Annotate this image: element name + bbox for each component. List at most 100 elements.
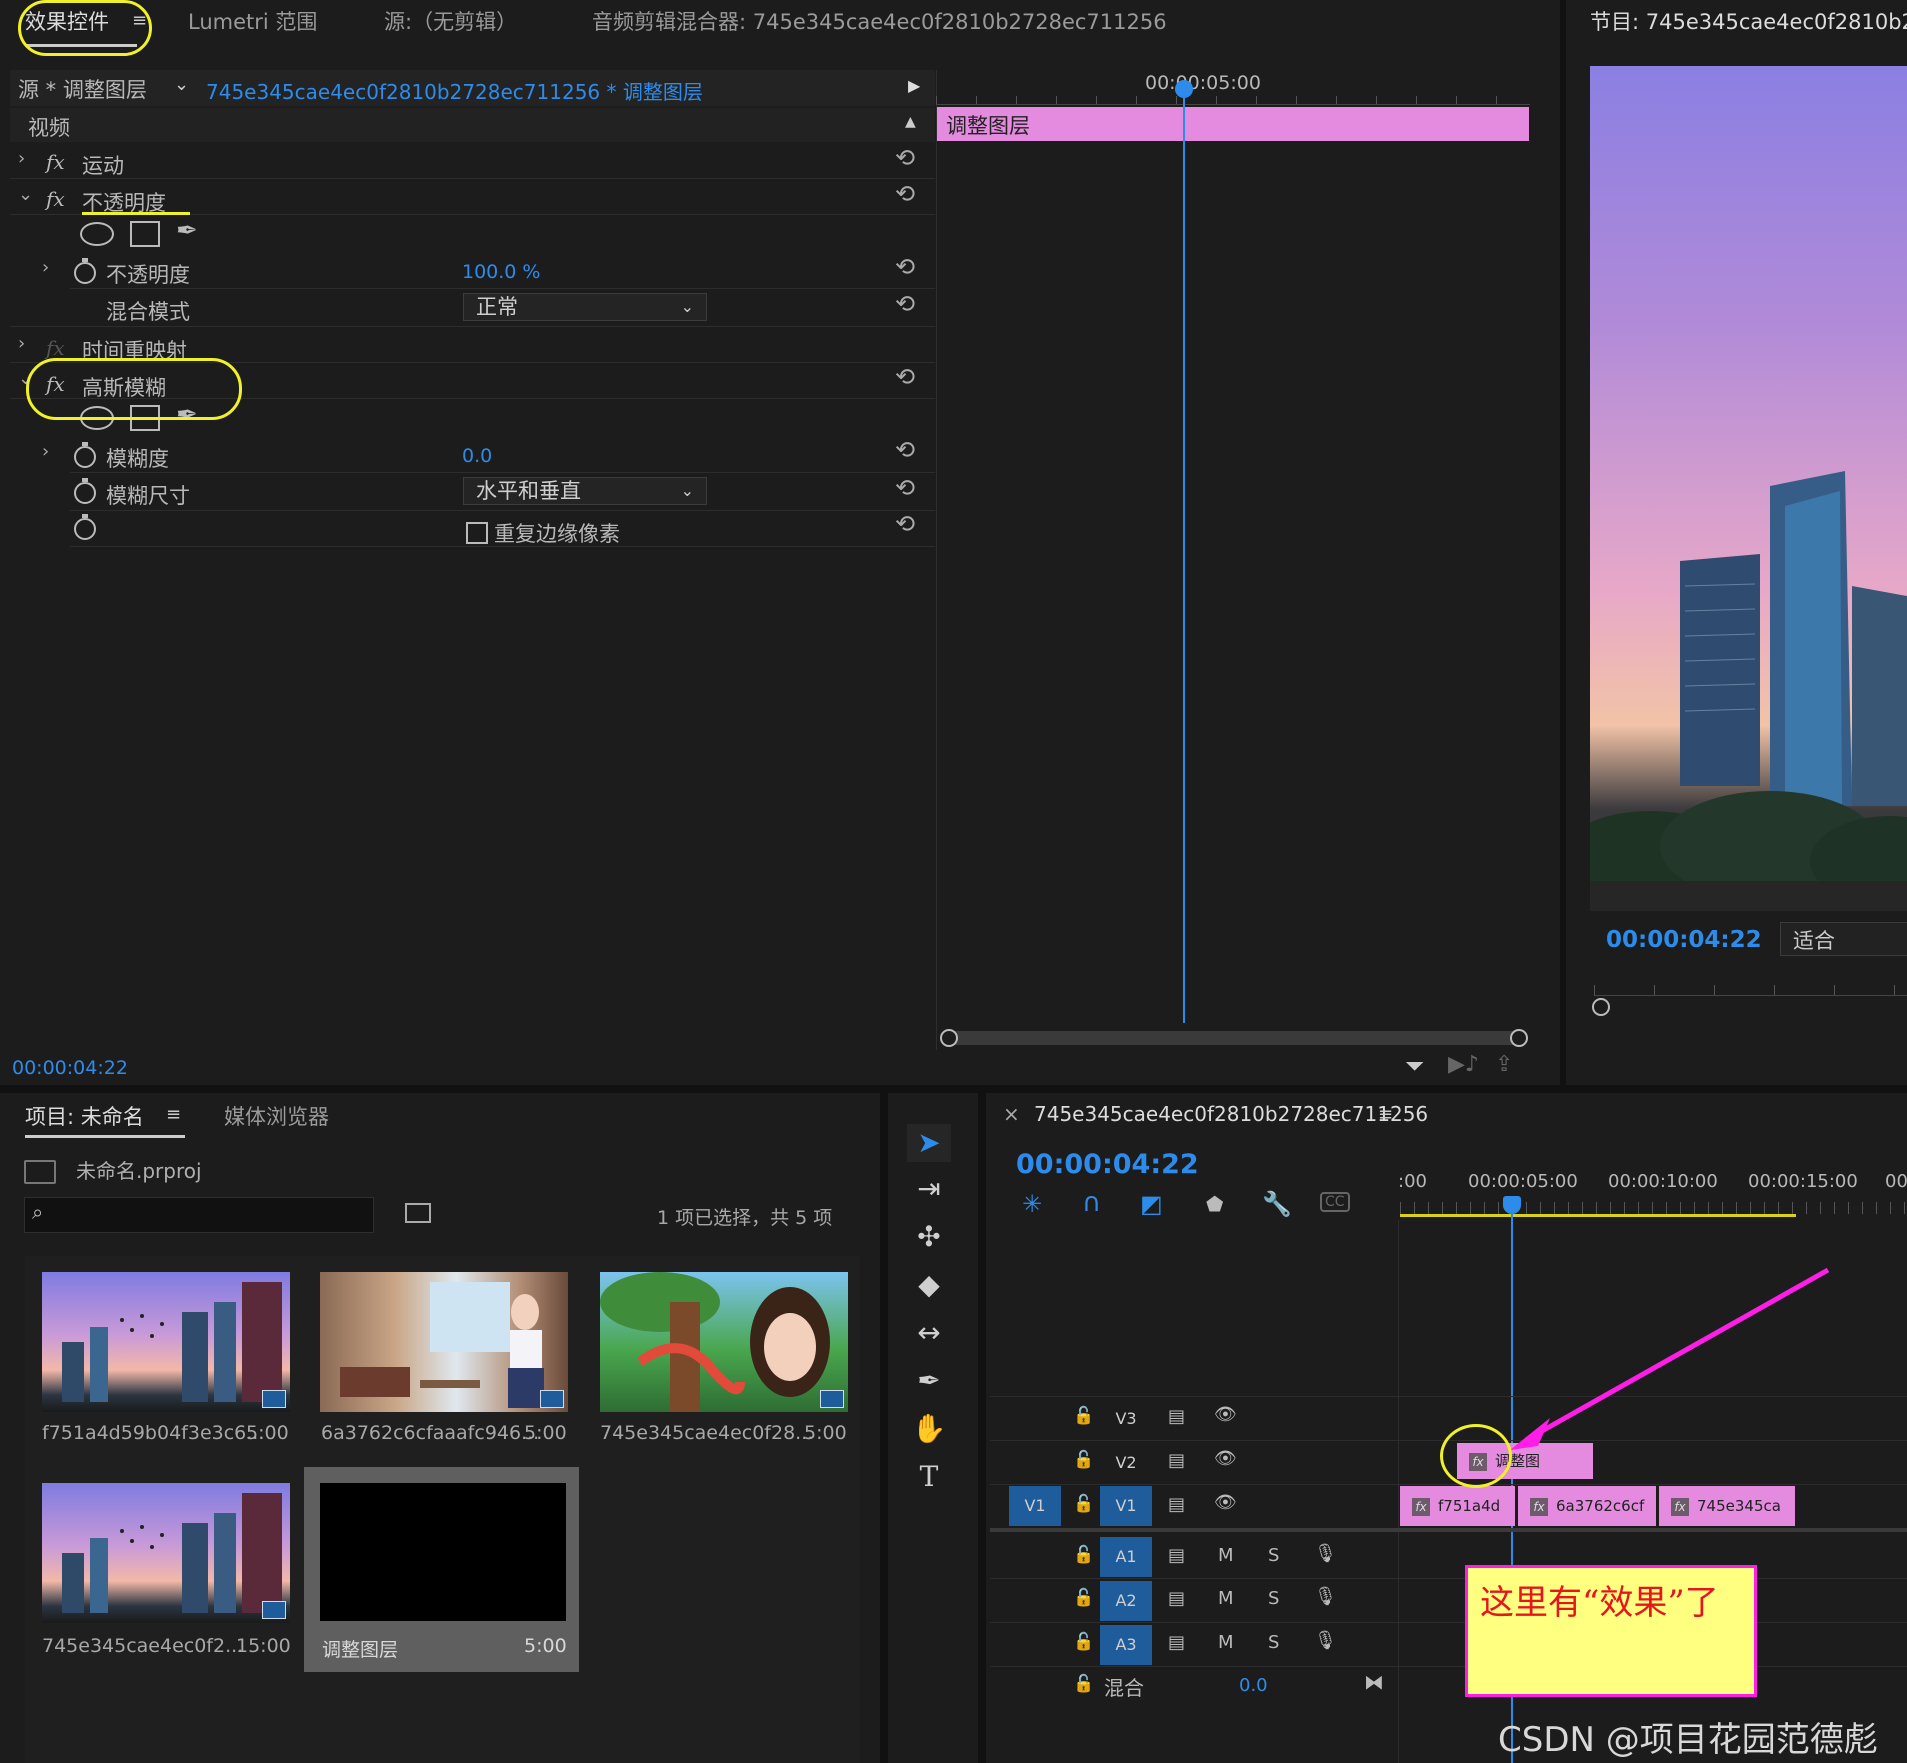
project-item-thumb-4[interactable]	[42, 1483, 290, 1623]
pen-mask-icon[interactable]: ✒	[176, 216, 198, 246]
track-a2-label[interactable]: A2	[1100, 1581, 1152, 1621]
track-v3-label[interactable]: V3	[1100, 1399, 1152, 1439]
tab-source[interactable]: 源:（无剪辑）	[384, 6, 517, 36]
source-dropdown-chevron-icon[interactable]: ⌄	[174, 74, 189, 95]
hand-tool-icon[interactable]: ✋	[907, 1410, 951, 1448]
track-a1-label[interactable]: A1	[1100, 1537, 1152, 1577]
reset-motion-icon[interactable]: ⟲	[895, 144, 915, 172]
lock-v1-icon[interactable]: 🔓	[1073, 1494, 1094, 1514]
project-menu-icon[interactable]: ≡	[166, 1104, 181, 1125]
mute-a3-button[interactable]: M	[1218, 1632, 1234, 1653]
tab-project[interactable]: 项目: 未命名	[25, 1101, 144, 1131]
lock-a1-icon[interactable]: 🔓	[1073, 1545, 1094, 1565]
project-search-input[interactable]	[24, 1197, 374, 1233]
type-tool-icon[interactable]: T	[907, 1458, 951, 1496]
project-item-thumb-1[interactable]	[42, 1272, 290, 1412]
ripple-edit-tool-icon[interactable]: ✣	[907, 1218, 951, 1256]
reset-blurriness-icon[interactable]: ⟲	[895, 436, 915, 464]
solo-a1-button[interactable]: S	[1268, 1545, 1279, 1566]
lock-v2-icon[interactable]: 🔓	[1073, 1450, 1094, 1470]
reset-opacity-icon[interactable]: ⟲	[895, 180, 915, 208]
ec-zoom-right-handle[interactable]	[1510, 1029, 1528, 1047]
clip-6a3762c6cf[interactable]: fx 6a3762c6cf	[1518, 1486, 1656, 1526]
blurriness-stopwatch-icon[interactable]	[74, 442, 96, 468]
timeline-playhead-handle[interactable]	[1503, 1196, 1521, 1214]
clip-745e345ca[interactable]: fx 745e345ca	[1659, 1486, 1795, 1526]
rectangle-mask-icon[interactable]	[130, 221, 160, 247]
solo-a3-button[interactable]: S	[1268, 1632, 1279, 1653]
track-select-tool-icon[interactable]: ⇥	[907, 1170, 951, 1208]
source-patch-v1[interactable]: V1	[1009, 1486, 1061, 1526]
play-only-icon[interactable]: ▶	[908, 76, 920, 95]
opacity-value[interactable]: 100.0 %	[462, 261, 541, 283]
ellipse-mask-icon[interactable]	[80, 222, 114, 246]
sync-v1-icon[interactable]: ▤	[1168, 1494, 1185, 1515]
repeat-edge-checkbox[interactable]	[466, 522, 488, 544]
add-marker-icon[interactable]: ⬟	[1206, 1192, 1223, 1216]
fx-motion-icon[interactable]: fx	[46, 150, 65, 174]
tab-lumetri-scopes[interactable]: Lumetri 范围	[188, 6, 317, 36]
captions-icon[interactable]: CC	[1320, 1192, 1350, 1212]
nest-toggle-icon[interactable]: ✳	[1022, 1190, 1042, 1218]
mic-a2-icon[interactable]: 🎙	[1314, 1586, 1337, 1607]
sync-a3-icon[interactable]: ▤	[1168, 1632, 1185, 1653]
collapse-up-icon[interactable]: ▲	[905, 114, 916, 130]
lock-a2-icon[interactable]: 🔓	[1073, 1588, 1094, 1608]
opacity-stopwatch-icon[interactable]	[74, 258, 96, 284]
program-zoom-handle[interactable]	[1592, 998, 1610, 1016]
selection-tool-icon[interactable]: ➤	[907, 1124, 951, 1162]
expand-time-remap-chevron-icon[interactable]: ›	[18, 333, 25, 354]
snap-icon[interactable]: ∩	[1082, 1188, 1101, 1218]
blur-dimensions-select[interactable]: 水平和垂直 ⌄	[463, 477, 707, 505]
folder-up-icon[interactable]	[24, 1160, 56, 1184]
sequence-menu-icon[interactable]: ≡	[1378, 1104, 1393, 1125]
filter-icon[interactable]: ⏷	[1405, 1052, 1424, 1080]
mute-a1-button[interactable]: M	[1218, 1545, 1234, 1566]
lock-mix-icon[interactable]: 🔓	[1073, 1674, 1094, 1694]
mic-a3-icon[interactable]: 🎙	[1314, 1630, 1337, 1651]
expand-motion-chevron-icon[interactable]: ›	[18, 148, 25, 169]
blurriness-value[interactable]: 0.0	[462, 445, 492, 467]
track-a3-label[interactable]: A3	[1100, 1625, 1152, 1665]
tab-audio-clip-mixer[interactable]: 音频剪辑混合器: 745e345cae4ec0f2810b2728ec71125…	[592, 6, 1167, 36]
expand-opacity-param-chevron-icon[interactable]: ›	[42, 257, 49, 278]
reset-opacity-param-icon[interactable]: ⟲	[895, 253, 915, 281]
ec-current-time[interactable]: 00:00:04:22	[12, 1057, 128, 1079]
fx-opacity-icon[interactable]: fx	[46, 187, 65, 211]
sync-a2-icon[interactable]: ▤	[1168, 1588, 1185, 1609]
sequence-clip-label[interactable]: 745e345cae4ec0f2810b2728ec711256 * 调整图层	[206, 76, 703, 105]
collapse-opacity-chevron-icon[interactable]: ⌄	[18, 184, 33, 205]
solo-a2-button[interactable]: S	[1268, 1588, 1279, 1609]
timeline-settings-wrench-icon[interactable]: 🔧	[1262, 1190, 1292, 1218]
close-sequence-icon[interactable]: ×	[1003, 1102, 1020, 1126]
tab-media-browser[interactable]: 媒体浏览器	[224, 1101, 329, 1131]
sync-v2-icon[interactable]: ▤	[1168, 1450, 1185, 1471]
mute-a2-button[interactable]: M	[1218, 1588, 1234, 1609]
project-item-thumb-2[interactable]	[320, 1272, 568, 1412]
timeline-current-time[interactable]: 00:00:04:22	[1016, 1149, 1199, 1180]
repeat-edge-stopwatch-icon[interactable]	[74, 514, 96, 540]
slip-tool-icon[interactable]: ↔	[907, 1314, 951, 1352]
export-icon[interactable]: ⇪	[1495, 1052, 1513, 1077]
work-area-bar[interactable]	[1400, 1214, 1796, 1217]
ec-playhead-handle[interactable]	[1175, 80, 1193, 98]
fit-select[interactable]: 适合	[1780, 922, 1907, 956]
track-v1-label[interactable]: V1	[1100, 1486, 1152, 1526]
lock-v3-icon[interactable]: 🔓	[1073, 1406, 1094, 1426]
project-item-thumb-5[interactable]	[320, 1483, 566, 1621]
new-search-bin-icon[interactable]	[405, 1203, 431, 1223]
mix-value[interactable]: 0.0	[1239, 1675, 1268, 1696]
track-v2-label[interactable]: V2	[1100, 1443, 1152, 1483]
blend-mode-select[interactable]: 正常 ⌄	[463, 293, 707, 321]
pen-tool-icon[interactable]: ✒	[907, 1362, 951, 1400]
ec-zoom-left-handle[interactable]	[940, 1029, 958, 1047]
eye-v3-icon[interactable]: 👁	[1214, 1404, 1237, 1425]
lock-a3-icon[interactable]: 🔓	[1073, 1632, 1094, 1652]
reset-gaussian-blur-icon[interactable]: ⟲	[895, 363, 915, 391]
project-item-thumb-3[interactable]	[600, 1272, 848, 1412]
program-monitor-title[interactable]: 节目: 745e345cae4ec0f2810b2728	[1590, 6, 1907, 36]
eye-v2-icon[interactable]: 👁	[1214, 1448, 1237, 1469]
expand-blurriness-chevron-icon[interactable]: ›	[42, 441, 49, 462]
play-audio-icon[interactable]: ▶♪	[1448, 1052, 1479, 1077]
reset-blend-mode-icon[interactable]: ⟲	[895, 290, 915, 318]
